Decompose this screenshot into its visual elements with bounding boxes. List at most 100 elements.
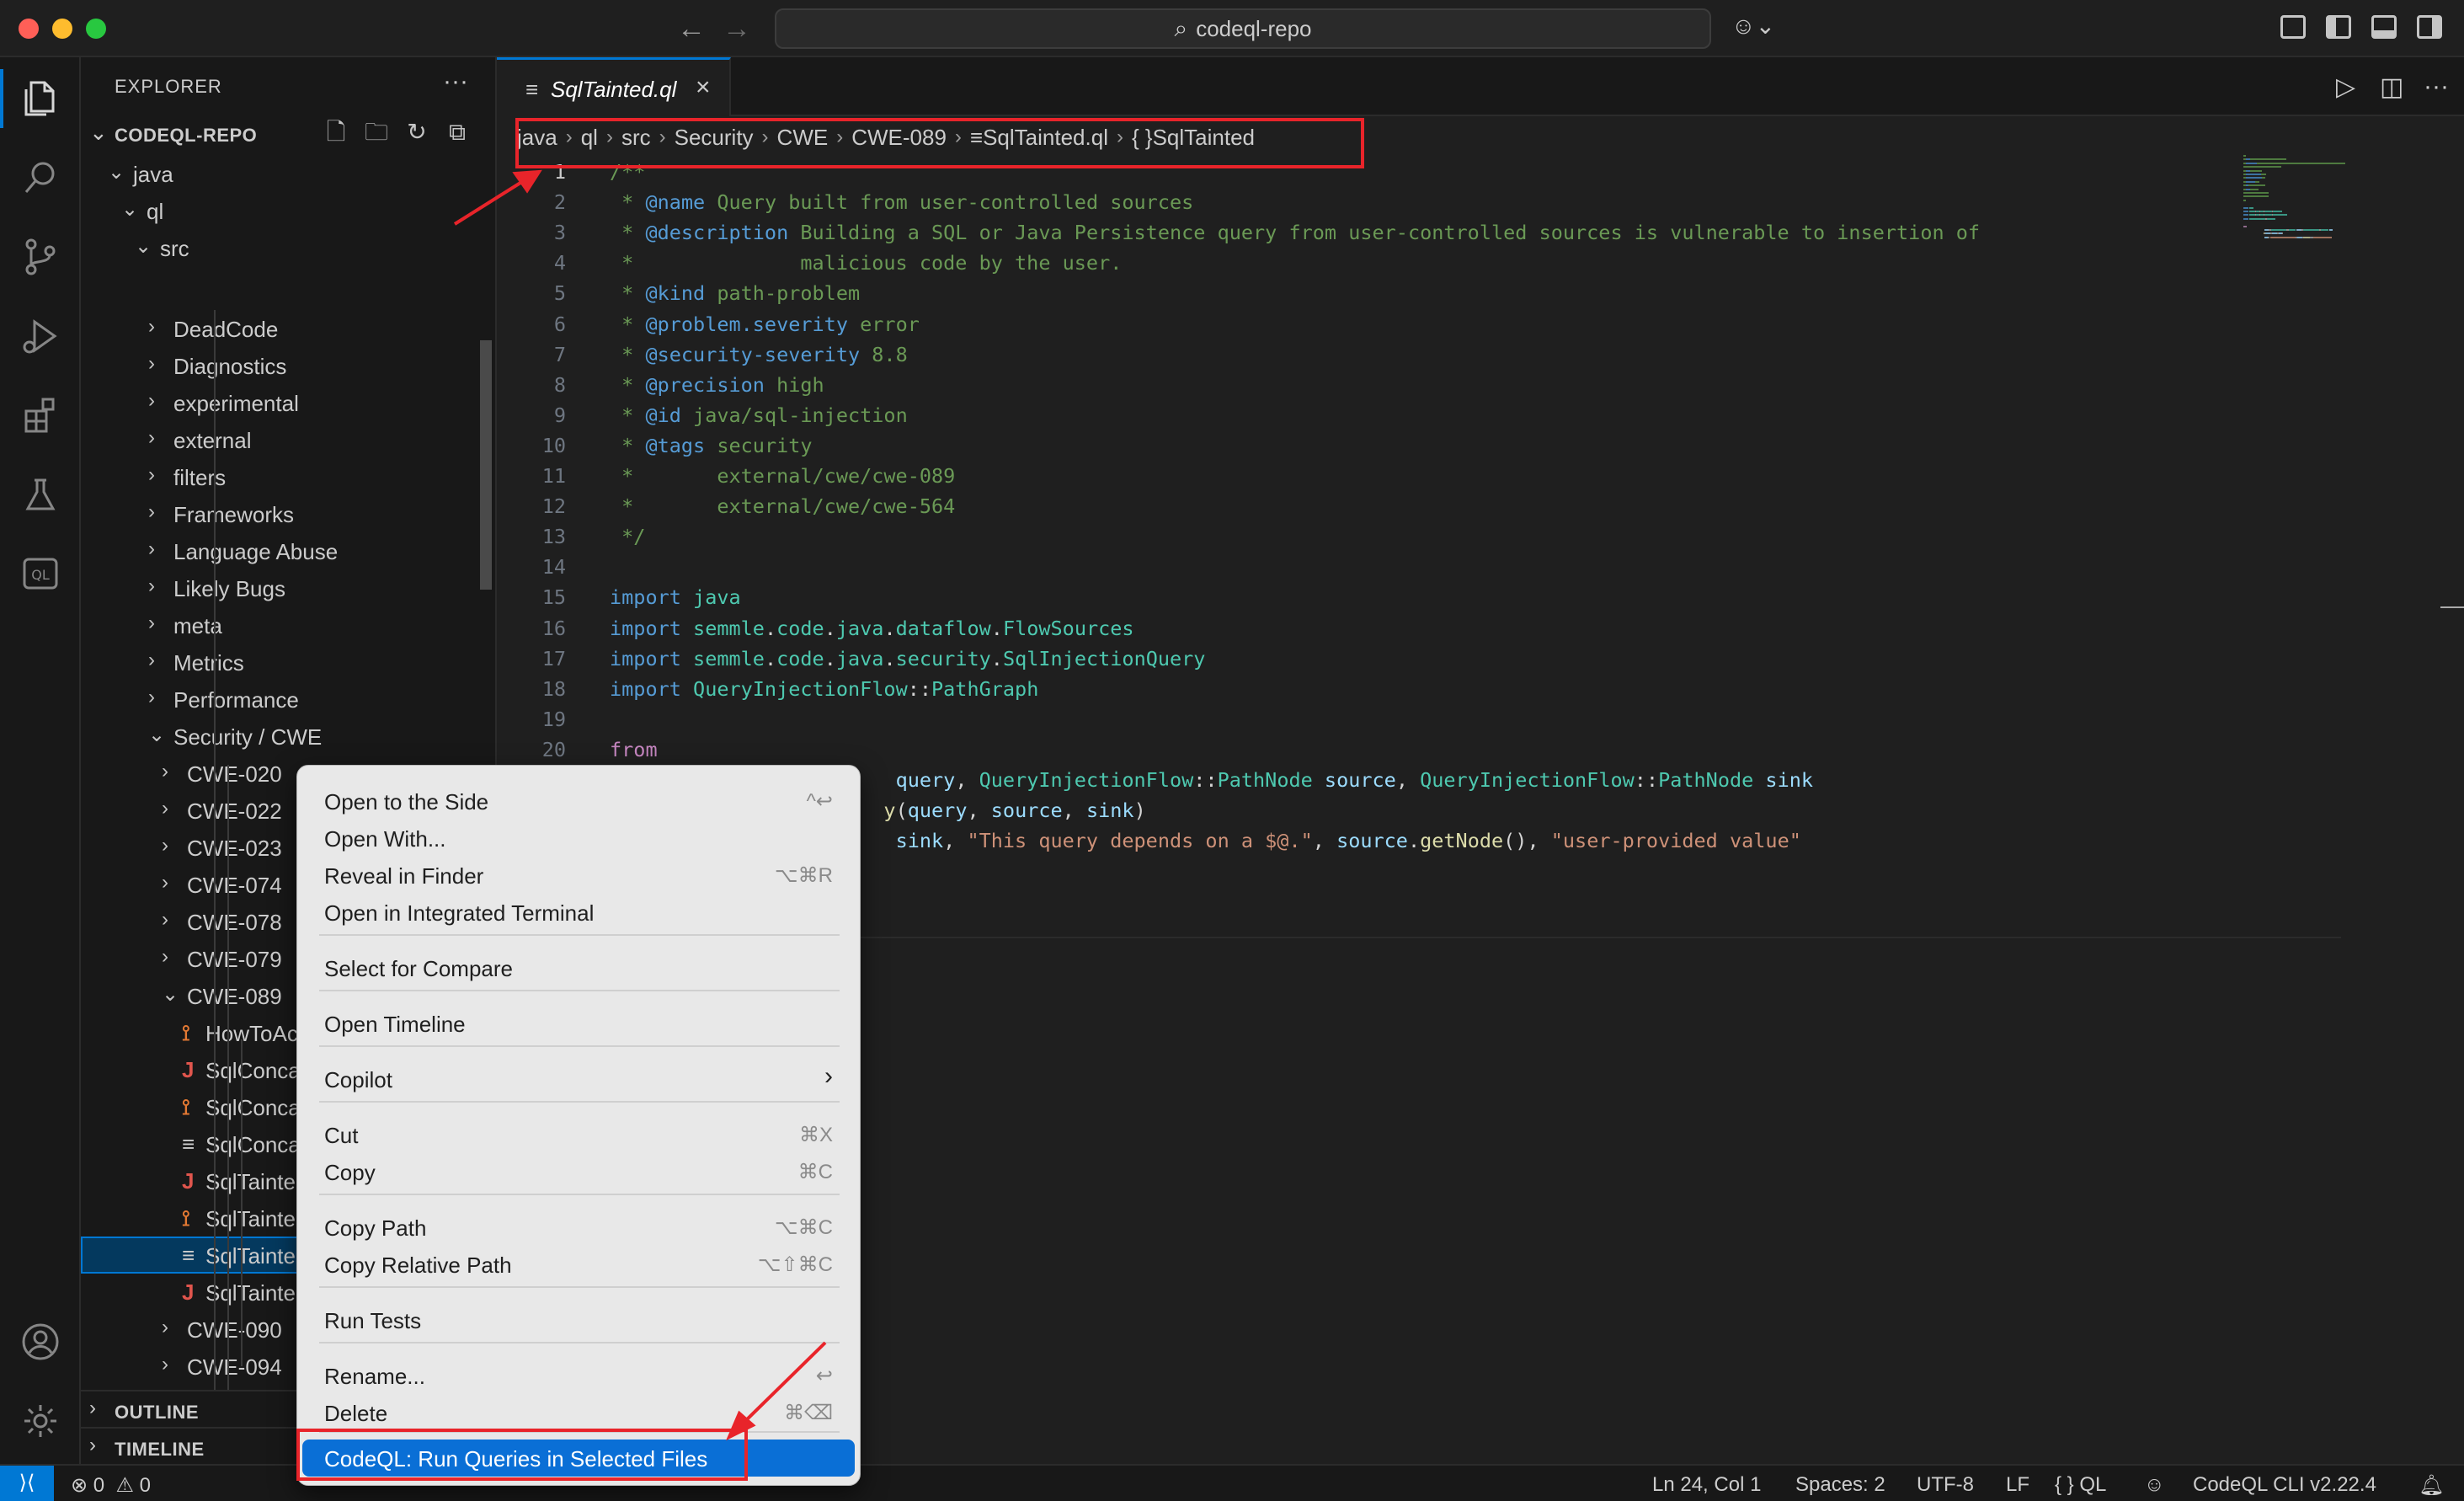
- menu-item[interactable]: Open Timeline: [302, 1005, 855, 1042]
- language-mode[interactable]: { } QL: [2055, 1473, 2106, 1497]
- chevron-right-icon: ›: [162, 834, 168, 857]
- chevron-down-icon: ⌄: [162, 983, 179, 1006]
- tree-item[interactable]: ⌄ java: [81, 155, 495, 192]
- code-token: ,: [1312, 829, 1337, 853]
- tree-item[interactable]: › Performance: [81, 681, 495, 718]
- codeql-cli-version[interactable]: CodeQL CLI v2.22.4: [2193, 1473, 2376, 1497]
- tree-item[interactable]: ⌄ Security / CWE: [81, 718, 495, 755]
- refresh-icon[interactable]: ↻: [404, 120, 429, 145]
- code-token: ,: [1062, 799, 1086, 823]
- tree-item[interactable]: › filters: [81, 458, 495, 495]
- line-endings[interactable]: LF: [2006, 1473, 2029, 1497]
- copilot-status-icon[interactable]: ☺︎: [2144, 1473, 2165, 1497]
- toggle-panel-icon[interactable]: [2371, 15, 2397, 39]
- line-number: 19: [541, 707, 566, 731]
- tab-bar: ≡ SqlTainted.ql × ▷ ◫ ···: [497, 57, 2464, 116]
- menu-separator: [319, 1101, 840, 1103]
- menu-item[interactable]: Rename... ↩: [302, 1357, 855, 1394]
- menu-item[interactable]: Delete ⌘⌫: [302, 1394, 855, 1431]
- tree-item[interactable]: ⌄ src: [81, 229, 495, 266]
- collapse-all-icon[interactable]: ⧉: [445, 120, 470, 145]
- forward-arrow-icon[interactable]: →: [723, 12, 751, 45]
- notifications-bell-icon[interactable]: 🔔︎: [2419, 1473, 2444, 1498]
- command-center-search[interactable]: ⌕ codeql-repo: [775, 8, 1711, 49]
- code-token: *: [610, 403, 646, 427]
- code-token: PathNode: [1658, 768, 1754, 792]
- repo-header[interactable]: ⌄ CODEQL-REPO: [81, 116, 495, 153]
- code-token: QueryInjectionFlow: [979, 768, 1194, 792]
- remote-icon[interactable]: ⟩⟨: [0, 1466, 54, 1501]
- minimize-window-button[interactable]: [52, 19, 72, 39]
- tree-item[interactable]: › external: [81, 421, 495, 458]
- problems-status[interactable]: ⊗ 0 ⚠ 0: [71, 1473, 151, 1498]
- minimap-line: [2243, 225, 2248, 227]
- tree-item[interactable]: › Metrics: [81, 644, 495, 681]
- tree-item[interactable]: › Language Abuse: [81, 532, 495, 569]
- tab-sqltainted[interactable]: ≡ SqlTainted.ql ×: [497, 57, 731, 116]
- close-window-button[interactable]: [19, 19, 39, 39]
- editor-scrollbar[interactable]: [2440, 606, 2464, 608]
- line-number: 20: [541, 737, 566, 761]
- menu-item[interactable]: Select for Compare: [302, 949, 855, 986]
- menu-item-shortcut: ⌘⌫: [784, 1402, 833, 1424]
- tree-item[interactable]: › Frameworks: [81, 495, 495, 532]
- menu-item[interactable]: Open to the Side ^↩: [302, 783, 855, 820]
- back-arrow-icon[interactable]: ←: [677, 12, 706, 45]
- tree-item-label: SqlTainte: [205, 1169, 296, 1194]
- cursor-position[interactable]: Ln 24, Col 1: [1652, 1473, 1761, 1497]
- menu-item[interactable]: Copy Relative Path ⌥⇧⌘C: [302, 1246, 855, 1283]
- menu-item[interactable]: Open in Integrated Terminal: [302, 894, 855, 931]
- code-token: query: [895, 768, 956, 792]
- minimap-line: [2243, 199, 2247, 201]
- extensions-icon[interactable]: [0, 377, 81, 453]
- sidebar-scrollbar[interactable]: [480, 340, 492, 590]
- account-icon[interactable]: [0, 1304, 81, 1380]
- menu-item[interactable]: Copilot ›: [302, 1060, 855, 1098]
- codeql-icon[interactable]: QL: [0, 536, 81, 612]
- minimap-line: [2248, 184, 2266, 187]
- tree-item[interactable]: › meta: [81, 606, 495, 644]
- minimap[interactable]: [2243, 155, 2462, 248]
- tree-item[interactable]: › Diagnostics: [81, 347, 495, 384]
- more-actions-icon[interactable]: ···: [443, 67, 468, 96]
- toggle-primary-sidebar-icon[interactable]: [2326, 15, 2351, 39]
- tree-item-label: SqlConca: [205, 1095, 301, 1120]
- customize-layout-icon[interactable]: [2280, 15, 2306, 39]
- tree-item[interactable]: › experimental: [81, 384, 495, 421]
- run-icon[interactable]: ▷: [2336, 72, 2355, 102]
- copilot-icon[interactable]: ☺︎⌄: [1731, 12, 1775, 45]
- tree-item[interactable]: › DeadCode: [81, 310, 495, 347]
- encoding[interactable]: UTF-8: [1917, 1473, 1974, 1497]
- minimap-line: [2243, 166, 2282, 168]
- search-icon[interactable]: [0, 140, 81, 216]
- line-number: 4: [553, 251, 566, 275]
- menu-item[interactable]: Copy ⌘C: [302, 1153, 855, 1190]
- code-token: PathGraph: [931, 676, 1039, 701]
- run-debug-icon[interactable]: [0, 298, 81, 374]
- close-tab-icon[interactable]: ×: [696, 73, 711, 102]
- code-token: @problem.severity: [645, 312, 848, 336]
- code-token: java: [693, 585, 741, 610]
- tree-item[interactable]: ⌄ ql: [81, 192, 495, 229]
- code-token: .: [1407, 829, 1421, 853]
- menu-item[interactable]: Cut ⌘X: [302, 1116, 855, 1153]
- menu-item[interactable]: Run Tests: [302, 1301, 855, 1338]
- menu-item[interactable]: Reveal in Finder ⌥⌘R: [302, 857, 855, 894]
- indentation[interactable]: Spaces: 2: [1795, 1473, 1885, 1497]
- code-token: semmle: [693, 646, 765, 670]
- split-editor-icon[interactable]: ◫: [2380, 72, 2403, 102]
- toggle-secondary-sidebar-icon[interactable]: [2417, 15, 2442, 39]
- testing-flask-icon[interactable]: [0, 457, 81, 532]
- menu-item[interactable]: Copy Path ⌥⌘C: [302, 1209, 855, 1246]
- explorer-icon[interactable]: [0, 61, 81, 136]
- settings-gear-icon[interactable]: [0, 1383, 81, 1459]
- code-token: FlowSources: [1002, 616, 1134, 640]
- tree-item[interactable]: › Likely Bugs: [81, 569, 495, 606]
- menu-item[interactable]: Open With...: [302, 820, 855, 857]
- new-folder-icon[interactable]: 🗀: [364, 120, 389, 145]
- more-actions-icon[interactable]: ···: [2424, 72, 2449, 101]
- new-file-icon[interactable]: 🗋: [323, 120, 349, 145]
- code-token: Query built from user-controlled sources: [705, 190, 1194, 215]
- maximize-window-button[interactable]: [86, 19, 106, 39]
- source-control-icon[interactable]: [0, 219, 81, 295]
